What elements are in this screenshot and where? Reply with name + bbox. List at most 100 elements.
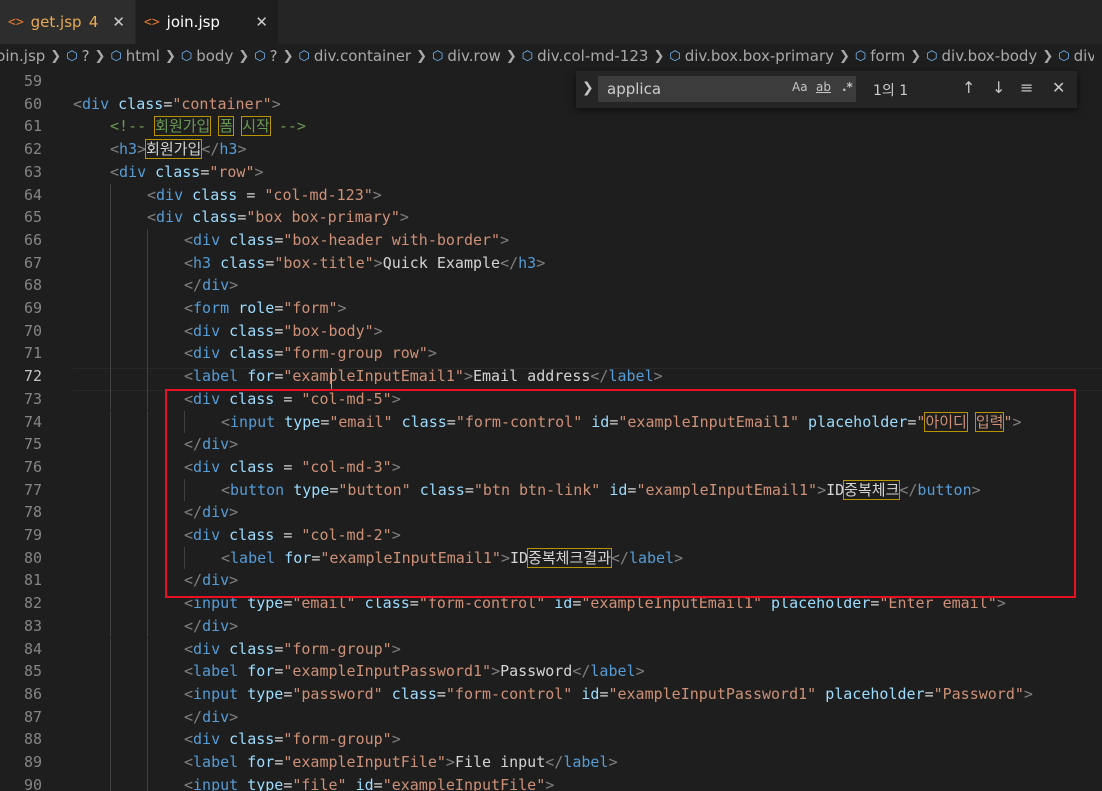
indent-guide [147, 319, 148, 343]
text-cursor [331, 368, 332, 390]
code-token: = [274, 730, 284, 749]
indent-guide [147, 705, 148, 729]
breadcrumb-item[interactable]: ⬡ form ❯ [855, 47, 926, 65]
chevron-right-icon: ❯ [505, 48, 517, 64]
line-number: 74 [23, 412, 42, 431]
breadcrumb-item[interactable]: ⬡? ❯ [254, 47, 298, 65]
whole-word-toggle[interactable]: ab [816, 80, 831, 94]
code-token: > [391, 639, 401, 658]
breadcrumb-item[interactable]: ⬡? ❯ [66, 47, 110, 65]
regex-toggle[interactable]: .* [842, 80, 853, 94]
indent-guide [147, 592, 148, 615]
indent-guide [110, 728, 111, 751]
problems-badge: 4 [88, 13, 99, 31]
chevron-right-icon: ❯ [910, 48, 922, 64]
indent-guide [110, 433, 111, 456]
code-token: > [373, 321, 383, 340]
code-token: input [193, 775, 239, 791]
breadcrumb-item[interactable]: ⬡ div.row ❯ [432, 47, 522, 65]
code-token: class [118, 94, 164, 113]
breadcrumb-label: div.box.box-primary [684, 47, 834, 65]
code-token: = [274, 662, 284, 681]
tab-label: join.jsp [166, 13, 220, 31]
code-token: div [119, 162, 147, 181]
match-case-toggle[interactable]: Aa [792, 80, 808, 94]
close-find-icon[interactable]: ✕ [1052, 78, 1065, 97]
code-token: class [229, 344, 275, 363]
breadcrumb-item[interactable]: ⬡ div [1058, 47, 1094, 65]
code-line: 84 <div class="form-group"> [0, 637, 1102, 661]
code-token: for [247, 753, 275, 771]
code-line: 86 <input type="password" class="form-con… [0, 682, 1102, 706]
chevron-right-icon: ❯ [238, 48, 250, 64]
tab-get-jsp[interactable]: <> get.jsp 4 ✕ [0, 0, 136, 44]
line-number: 68 [23, 276, 42, 295]
code-editor[interactable]: 59 60 <div class="container"> 61 <!-- 회원가입 폼… [0, 68, 1102, 791]
breadcrumb-item[interactable]: ⬡ body ❯ [181, 47, 254, 65]
code-token: > [254, 162, 264, 181]
indent-guide [110, 206, 111, 229]
code-token: type [247, 775, 284, 791]
close-icon[interactable]: ✕ [255, 13, 268, 31]
symbol-cube-icon: ⬡ [180, 48, 193, 64]
line-number: 62 [23, 140, 42, 159]
code-token: form [193, 299, 230, 317]
code-token: = [274, 299, 284, 317]
code-token: > [536, 253, 546, 272]
code-token: < [147, 185, 157, 204]
code-token: < [110, 162, 120, 181]
code-token: </ [500, 253, 519, 272]
breadcrumb-item[interactable]: ⬡ div.col-md-123 ❯ [522, 47, 670, 65]
code-file-icon: <> [144, 14, 160, 30]
code-line: 71 <div class="form-group row"> [0, 342, 1102, 366]
code-content: <div class="box-header with-border"> [184, 229, 509, 252]
indent-guide [110, 387, 111, 411]
find-in-selection-icon[interactable]: ≡ [1020, 78, 1033, 97]
line-number: 70 [23, 321, 42, 340]
code-token: div [156, 185, 184, 204]
code-token: "form-group row" [283, 344, 428, 363]
chevron-right-icon: ❯ [653, 48, 665, 64]
code-token: class [229, 639, 275, 658]
code-line: 89 <label for="exampleInputFile">File inp… [0, 751, 1102, 774]
tab-join-jsp[interactable]: <> join.jsp ✕ [136, 0, 278, 44]
tab-label: get.jsp [30, 13, 82, 31]
previous-match-arrow-up-icon[interactable]: ↑ [962, 78, 975, 97]
breadcrumb-item[interactable]: ⬡ div.box.box-primary ❯ [669, 47, 855, 65]
close-icon[interactable]: ✕ [112, 13, 125, 31]
code-token: </ [184, 707, 203, 726]
breadcrumb-item[interactable]: ⬡ html ❯ [110, 47, 180, 65]
annotation-box [165, 389, 1076, 598]
line-number: 81 [23, 571, 42, 590]
code-line: 61 <!-- 회원가입 폼 시작 --> [0, 115, 1102, 138]
code-token: = [373, 775, 383, 791]
code-token: "form-group" [283, 730, 392, 749]
indent-guide [110, 251, 111, 275]
toggle-replace-chevron-icon[interactable]: ❯ [582, 80, 594, 96]
code-token: div [193, 730, 221, 749]
breadcrumb-item[interactable]: ⬡ div.container ❯ [298, 47, 432, 65]
code-token: div [202, 276, 230, 295]
breadcrumb-item[interactable]: ⬡ div.box-body ❯ [926, 47, 1058, 65]
code-token: class [192, 208, 238, 227]
code-token: > [271, 94, 281, 113]
code-token: "exampleInputFile" [382, 775, 546, 791]
indent-guide [147, 251, 148, 275]
line-number: 88 [23, 730, 42, 749]
next-match-arrow-down-icon[interactable]: ↓ [992, 78, 1005, 97]
code-line: 65 <div class="box box-primary"> [0, 206, 1102, 229]
breadcrumb-item[interactable]: join.jsp❯ [0, 47, 66, 65]
code-token: < [184, 684, 194, 703]
line-number: 69 [23, 299, 42, 317]
code-token: > [237, 140, 247, 159]
indent-guide [147, 682, 148, 706]
code-token: id [355, 775, 374, 791]
indent-guide [147, 342, 148, 366]
indent-guide [147, 501, 148, 524]
